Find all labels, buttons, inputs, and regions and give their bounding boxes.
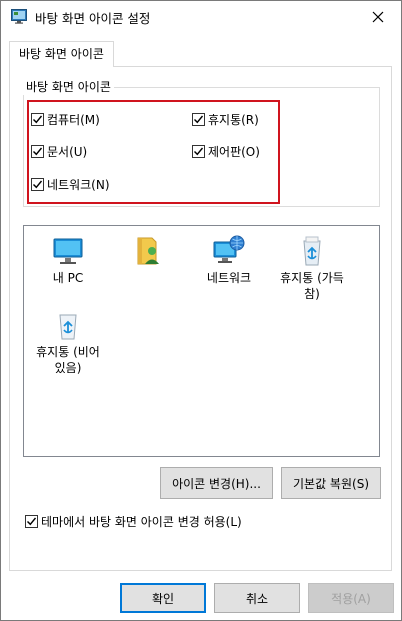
close-icon <box>372 11 384 22</box>
list-item[interactable] <box>114 234 184 270</box>
close-button[interactable] <box>355 1 401 32</box>
checkmark-icon <box>33 147 43 156</box>
tab-strip: 바탕 화면 아이콘 <box>1 41 401 67</box>
recycle-bin-full-icon <box>303 236 321 266</box>
checkmark-icon <box>194 147 204 156</box>
checkmark-icon <box>33 180 43 189</box>
restore-default-button[interactable]: 기본값 복원(S) <box>281 467 381 499</box>
checkbox-label: 컴퓨터(M) <box>47 113 100 127</box>
tab-panel: 바탕 화면 아이콘 컴퓨터(M) 휴지통(R) 문서(U) 제어판(O) 네트워… <box>9 66 392 571</box>
cancel-button[interactable]: 취소 <box>214 583 300 613</box>
title-bar: 바탕 화면 아이콘 설정 <box>1 1 401 32</box>
network-icon <box>213 235 245 263</box>
icon-label: 휴지통 (비어 있음) <box>36 345 100 375</box>
icon-label: 휴지통 (가득 참) <box>280 271 344 301</box>
list-item[interactable]: 휴지통 (비어 있음) <box>30 308 106 376</box>
checkbox-box[interactable] <box>31 113 44 126</box>
user-folder-icon <box>137 237 159 265</box>
checkbox-box[interactable] <box>192 113 205 126</box>
apply-button[interactable]: 적용(A) <box>308 583 394 613</box>
desktop-icon-settings-dialog: 바탕 화면 아이콘 설정 바탕 화면 아이콘 바탕 화면 아이콘 컴퓨터(M) … <box>0 0 402 621</box>
checkbox-box[interactable] <box>31 145 44 158</box>
checkbox-label: 테마에서 바탕 화면 아이콘 변경 허용(L) <box>41 515 242 529</box>
icon-label: 네트워크 <box>206 271 252 285</box>
checkbox-label: 휴지통(R) <box>208 113 259 127</box>
computer-icon <box>53 238 83 264</box>
checkbox-documents[interactable]: 문서(U) <box>31 143 87 160</box>
checkbox-label: 문서(U) <box>47 145 88 159</box>
icon-list-view[interactable]: 내 PC 네트워크 휴지통 (가득 참) 휴지통 (비어 있음) <box>23 225 380 457</box>
list-item[interactable]: 내 PC <box>33 234 103 286</box>
ok-button[interactable]: 확인 <box>120 583 206 613</box>
recycle-bin-empty-icon <box>59 314 77 340</box>
checkbox-computer[interactable]: 컴퓨터(M) <box>31 111 100 128</box>
window-title: 바탕 화면 아이콘 설정 <box>35 11 151 26</box>
checkmark-icon <box>33 115 43 124</box>
checkbox-label: 네트워크(N) <box>47 178 110 192</box>
checkbox-box[interactable] <box>31 178 44 191</box>
tab-desktop-icons[interactable]: 바탕 화면 아이콘 <box>9 41 114 67</box>
checkbox-allow-theme-change[interactable]: 테마에서 바탕 화면 아이콘 변경 허용(L) <box>25 513 242 530</box>
checkmark-icon <box>194 115 204 124</box>
checkbox-box[interactable] <box>25 515 38 528</box>
icon-label: 내 PC <box>52 271 84 285</box>
list-item[interactable]: 네트워크 <box>194 234 264 286</box>
checkbox-control-panel[interactable]: 제어판(O) <box>192 143 260 160</box>
change-icon-button[interactable]: 아이콘 변경(H)... <box>160 467 273 499</box>
group-legend: 바탕 화면 아이콘 <box>23 79 114 95</box>
checkbox-label: 제어판(O) <box>208 145 260 159</box>
display-settings-icon <box>11 9 27 24</box>
checkbox-recycle-bin[interactable]: 휴지통(R) <box>192 111 259 128</box>
checkmark-icon <box>27 517 37 526</box>
list-item[interactable]: 휴지통 (가득 참) <box>273 234 351 302</box>
checkbox-box[interactable] <box>192 145 205 158</box>
checkbox-network[interactable]: 네트워크(N) <box>31 176 110 193</box>
